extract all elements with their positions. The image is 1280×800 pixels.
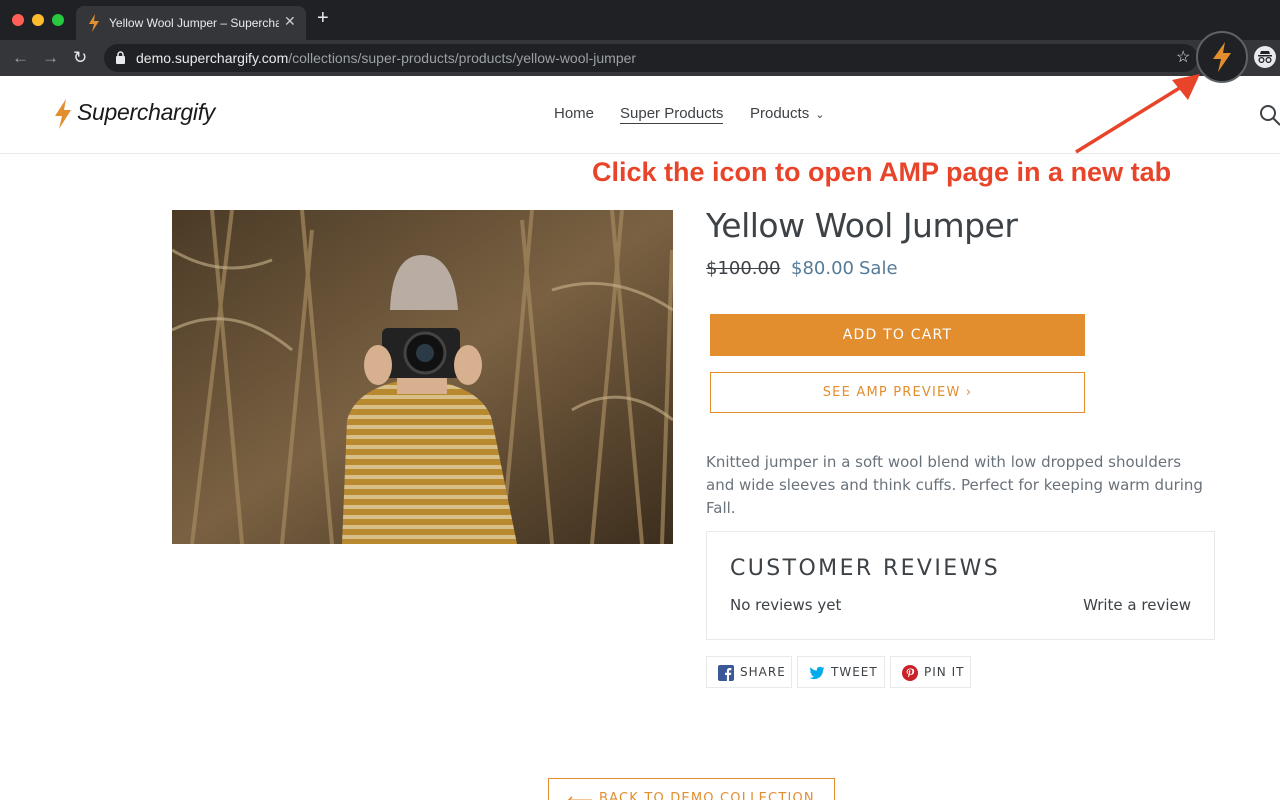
tab-close-icon[interactable]: ✕ bbox=[284, 13, 296, 30]
minimize-window-button[interactable] bbox=[32, 14, 44, 26]
back-to-collection-label: BACK TO DEMO COLLECTION bbox=[599, 791, 815, 800]
share-facebook-label: SHARE bbox=[740, 665, 786, 679]
lock-icon bbox=[116, 51, 125, 64]
nav-products-label: Products bbox=[750, 105, 810, 122]
url-domain: demo.superchargify.com bbox=[136, 50, 289, 66]
nav-products[interactable]: Products ⌄ bbox=[750, 105, 824, 122]
product-description: Knitted jumper in a soft wool blend with… bbox=[706, 453, 1203, 517]
product-title: Yellow Wool Jumper bbox=[706, 206, 1018, 245]
chevron-down-icon: ⌄ bbox=[815, 109, 825, 121]
share-twitter-button[interactable]: TWEET bbox=[797, 656, 885, 688]
bolt-icon bbox=[1213, 42, 1231, 72]
write-review-link[interactable]: Write a review bbox=[1083, 596, 1191, 614]
twitter-icon bbox=[809, 666, 825, 680]
no-reviews-text: No reviews yet bbox=[730, 596, 842, 614]
annotation-arrow bbox=[1075, 74, 1200, 154]
share-facebook-button[interactable]: SHARE bbox=[706, 656, 792, 688]
new-tab-button[interactable]: + bbox=[317, 8, 329, 28]
share-twitter-label: TWEET bbox=[831, 665, 878, 679]
close-window-button[interactable] bbox=[12, 14, 24, 26]
incognito-icon bbox=[1258, 51, 1272, 63]
forward-arrow-icon[interactable]: → bbox=[42, 48, 59, 68]
search-icon[interactable] bbox=[1259, 104, 1280, 126]
sale-badge: Sale bbox=[859, 258, 898, 279]
product-image[interactable] bbox=[172, 210, 673, 544]
back-arrow-icon[interactable]: ← bbox=[12, 48, 29, 68]
facebook-icon bbox=[718, 665, 734, 681]
bolt-favicon-icon bbox=[89, 14, 99, 32]
nav-home[interactable]: Home bbox=[554, 105, 594, 122]
maximize-window-button[interactable] bbox=[52, 14, 64, 26]
compare-price: $100.00 bbox=[706, 258, 781, 279]
left-arrow-icon: ⟵ bbox=[567, 790, 594, 800]
annotation-callout: Click the icon to open AMP page in a new… bbox=[592, 157, 1172, 187]
bookmark-star-icon[interactable]: ☆ bbox=[1176, 47, 1190, 67]
profile-button[interactable] bbox=[1254, 46, 1276, 68]
amp-preview-button[interactable]: SEE AMP PREVIEW › bbox=[710, 372, 1085, 413]
sale-price: $80.00 bbox=[791, 258, 854, 279]
browser-tab-active[interactable]: Yellow Wool Jumper – Superchargify ✕ bbox=[76, 6, 306, 40]
url-path: /collections/super-products/products/yel… bbox=[288, 50, 637, 66]
pinterest-icon bbox=[902, 665, 918, 681]
logo-bolt-icon bbox=[55, 99, 71, 129]
browser-tabstrip: Yellow Wool Jumper – Superchargify ✕ + bbox=[0, 0, 1280, 40]
share-pinterest-button[interactable]: PIN IT bbox=[890, 656, 971, 688]
nav-super-products[interactable]: Super Products bbox=[620, 105, 724, 124]
share-pinterest-label: PIN IT bbox=[924, 665, 965, 679]
tab-title: Yellow Wool Jumper – Superchargify bbox=[109, 16, 279, 30]
reviews-heading: CUSTOMER REVIEWS bbox=[730, 556, 1001, 581]
back-to-collection-button[interactable]: ⟵ BACK TO DEMO COLLECTION bbox=[548, 778, 835, 800]
url-text: demo.superchargify.com/collections/super… bbox=[136, 50, 636, 66]
product-photo bbox=[172, 210, 673, 544]
reload-icon[interactable]: ↻ bbox=[73, 48, 87, 68]
address-bar[interactable]: demo.superchargify.com/collections/super… bbox=[104, 44, 1198, 72]
customer-reviews-panel: CUSTOMER REVIEWS No reviews yet Write a … bbox=[706, 531, 1215, 640]
add-to-cart-button[interactable]: ADD TO CART bbox=[710, 314, 1085, 356]
site-logo[interactable]: Superchargify bbox=[77, 99, 215, 126]
